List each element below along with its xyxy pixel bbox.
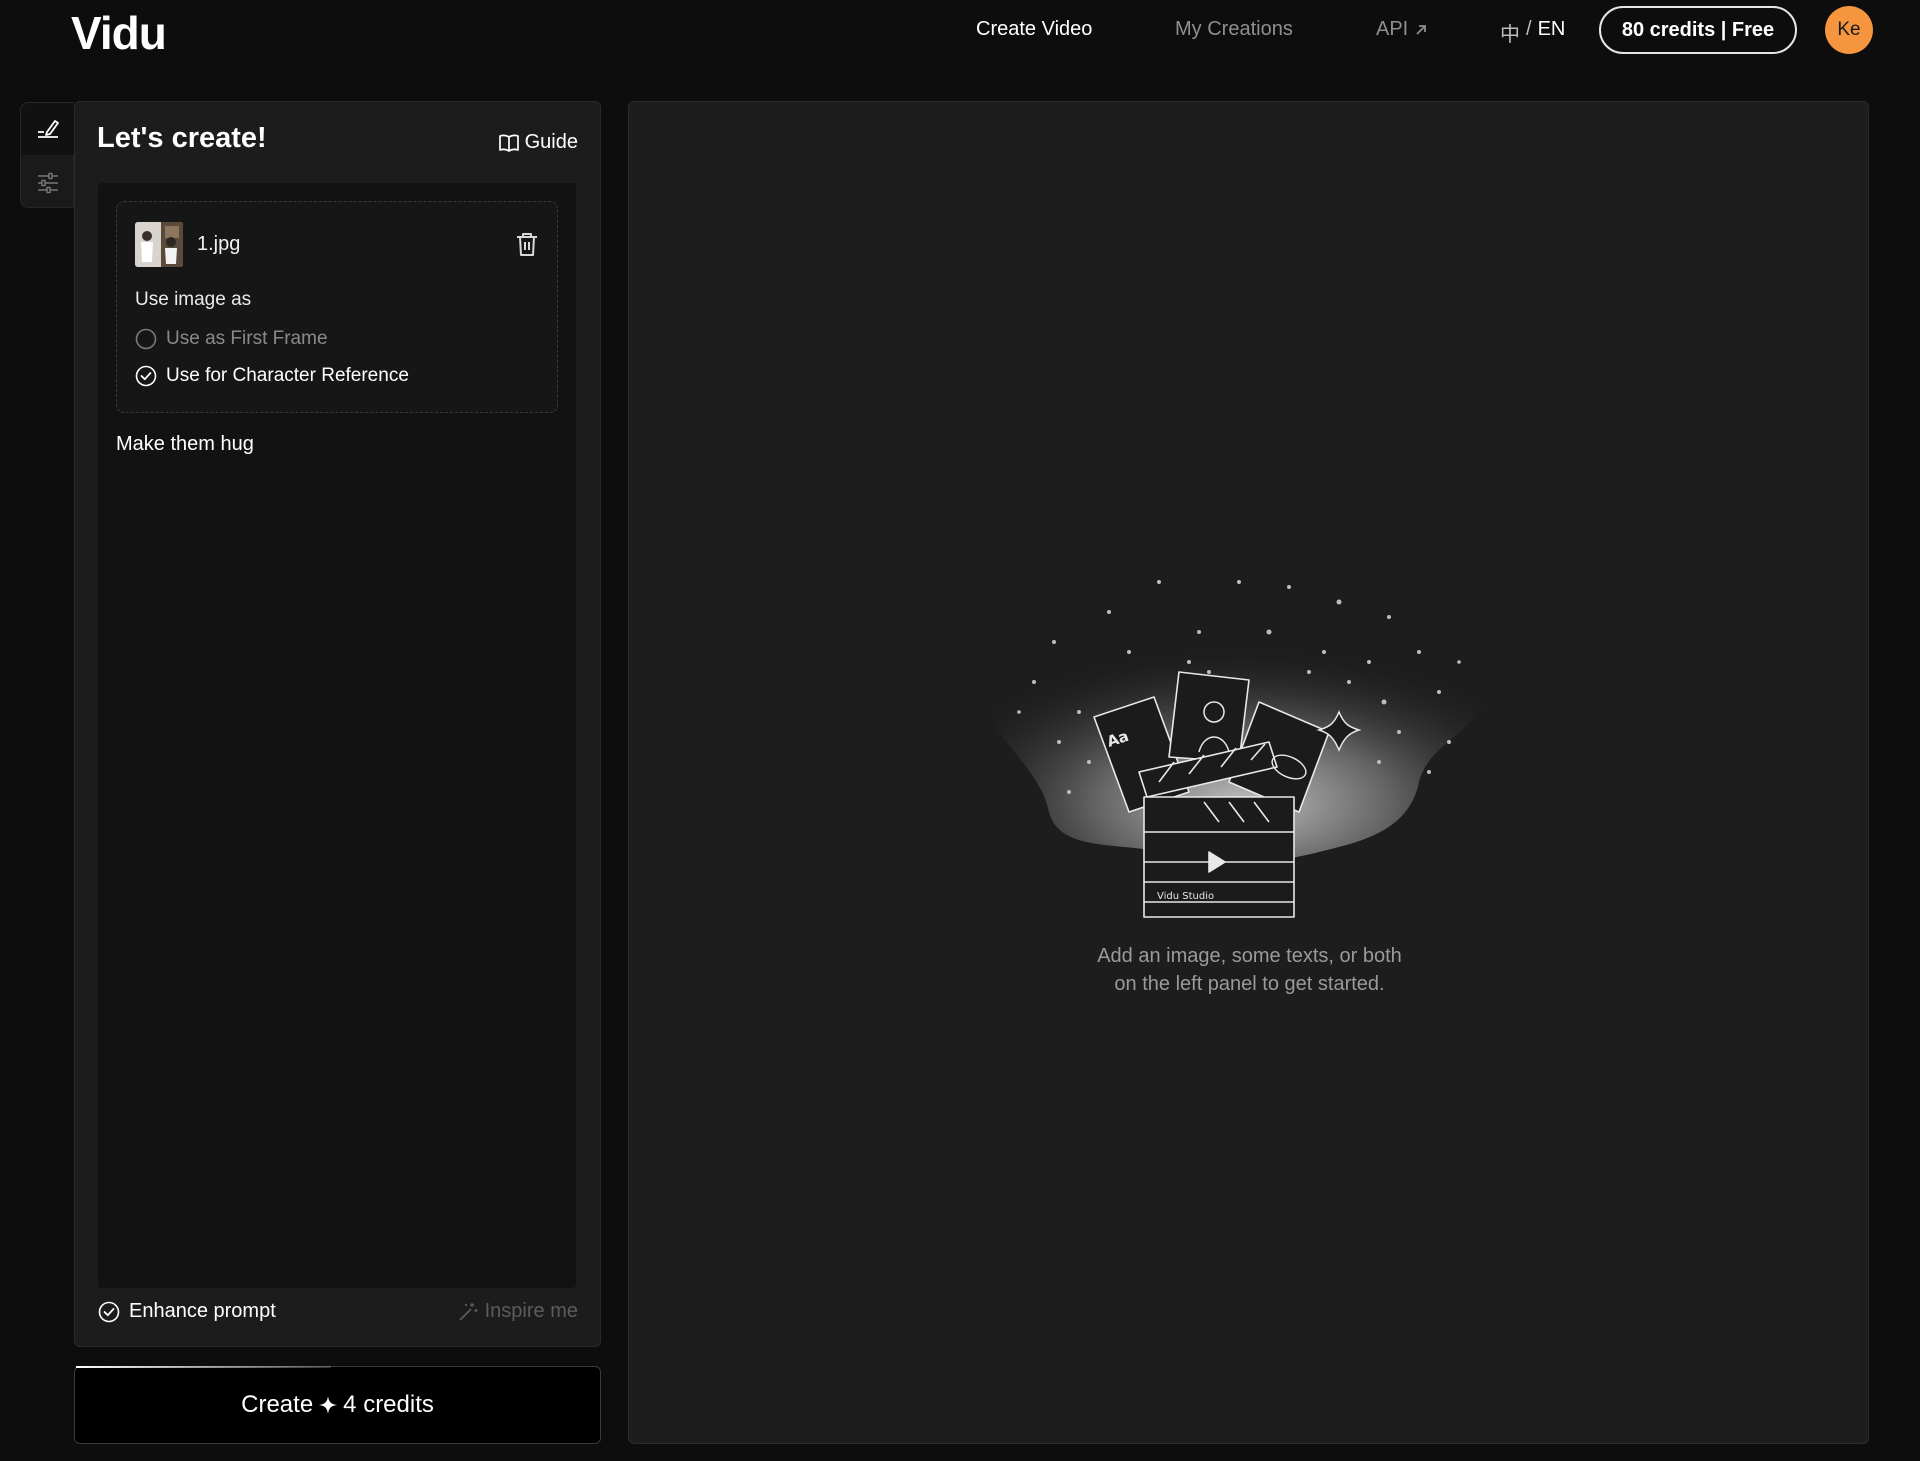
radio-checked-icon xyxy=(135,365,157,387)
uploaded-image-card: 1.jpg Use image as Use as First Frame Us… xyxy=(116,201,558,413)
empty-state-line-2: on the left panel to get started. xyxy=(1114,973,1385,995)
inspire-me-label: Inspire me xyxy=(484,1300,578,1322)
prompt-text[interactable]: Make them hug xyxy=(116,433,254,456)
option-first-frame[interactable]: Use as First Frame xyxy=(135,328,328,350)
credits-button[interactable]: 80 credits | Free xyxy=(1599,6,1797,54)
check-circle-icon xyxy=(98,1301,120,1322)
enhance-prompt-label: Enhance prompt xyxy=(129,1300,276,1322)
use-image-as-label: Use image as xyxy=(135,289,252,310)
empty-state-message: Add an image, some texts, or both on the… xyxy=(629,942,1870,998)
nav-create-video[interactable]: Create Video xyxy=(976,18,1092,41)
nav-api[interactable]: API xyxy=(1376,18,1428,41)
create-panel: Let's create! Guide 1.jpg Use image as U… xyxy=(74,101,601,1347)
top-bar: Vidu Create Video My Creations API 中 / E… xyxy=(0,0,1920,62)
guide-link[interactable]: Guide xyxy=(498,131,578,154)
lang-zh[interactable]: 中 xyxy=(1500,18,1520,47)
option-character-reference-label: Use for Character Reference xyxy=(166,365,409,386)
vidu-logo[interactable]: Vidu xyxy=(71,6,167,60)
create-label: Create xyxy=(241,1391,314,1418)
nav-api-label: API xyxy=(1376,18,1409,40)
illustration-brand-text: Vidu Studio xyxy=(1157,891,1214,902)
magic-wand-icon xyxy=(458,1302,478,1321)
option-first-frame-label: Use as First Frame xyxy=(166,328,328,349)
tool-rail xyxy=(20,102,75,209)
user-avatar[interactable]: Ke xyxy=(1825,6,1873,54)
button-glow-line xyxy=(76,1366,331,1368)
create-button[interactable]: Create 4 credits xyxy=(74,1366,601,1444)
enhance-prompt-toggle[interactable]: Enhance prompt xyxy=(98,1300,276,1323)
sliders-icon xyxy=(38,172,58,194)
language-switcher[interactable]: 中 / EN xyxy=(1500,18,1565,47)
empty-state-illustration: Vidu Studio Aa xyxy=(987,580,1499,918)
rail-create-tab[interactable] xyxy=(21,103,75,155)
create-credits: 4 credits xyxy=(343,1391,434,1418)
prompt-area[interactable]: 1.jpg Use image as Use as First Frame Us… xyxy=(98,183,576,1288)
image-file-name: 1.jpg xyxy=(197,233,241,255)
image-thumbnail[interactable] xyxy=(135,222,183,267)
lang-separator: / xyxy=(1526,18,1532,40)
option-character-reference[interactable]: Use for Character Reference xyxy=(135,365,409,387)
guide-label: Guide xyxy=(524,131,578,153)
sparkle-icon xyxy=(319,1396,338,1414)
rail-settings-tab[interactable] xyxy=(21,157,75,209)
lang-en[interactable]: EN xyxy=(1538,18,1566,47)
panel-title: Let's create! xyxy=(97,122,267,154)
external-arrow-icon xyxy=(1416,24,1427,35)
book-icon xyxy=(498,133,519,152)
empty-state-line-1: Add an image, some texts, or both xyxy=(1097,945,1402,967)
nav-my-creations[interactable]: My Creations xyxy=(1175,18,1293,41)
radio-empty-icon xyxy=(135,328,157,350)
preview-area: Vidu Studio Aa Add an image, some texts,… xyxy=(628,101,1869,1444)
inspire-me-button[interactable]: Inspire me xyxy=(457,1300,578,1323)
trash-icon[interactable] xyxy=(515,231,539,257)
pen-edit-icon xyxy=(38,120,59,138)
